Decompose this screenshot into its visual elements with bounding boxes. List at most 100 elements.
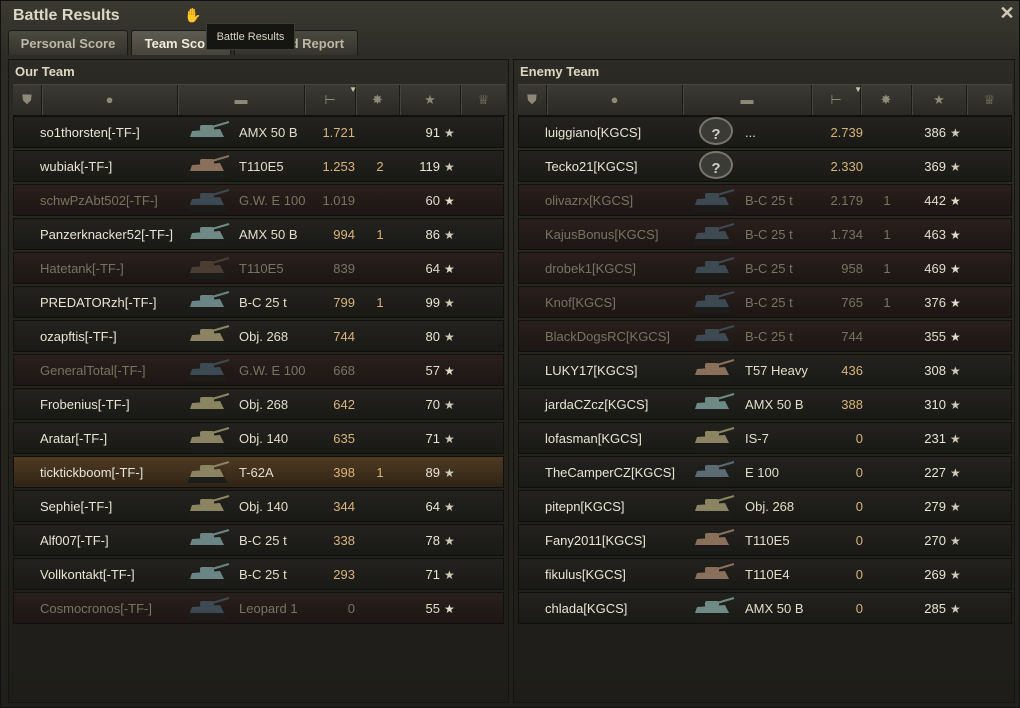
table-row[interactable]: Hatetank[-TF-] T110E5 839 64 ★ bbox=[13, 252, 504, 284]
tank-icon bbox=[692, 325, 735, 347]
xp-value: 269 bbox=[924, 567, 946, 582]
table-row[interactable]: schwPzAbt502[-TF-] G.W. E 100 1.019 60 ★ bbox=[13, 184, 504, 216]
player-icon[interactable]: ● bbox=[42, 85, 178, 115]
tank-icon bbox=[187, 461, 230, 483]
star-icon: ★ bbox=[950, 534, 961, 548]
table-row[interactable]: ozapftis[-TF-] Obj. 268 744 80 ★ bbox=[13, 320, 504, 352]
tank-name: B-C 25 t bbox=[745, 329, 793, 344]
xp-value: 231 bbox=[924, 431, 946, 446]
table-row[interactable]: GeneralTotal[-TF-] G.W. E 100 668 57 ★ bbox=[13, 354, 504, 386]
tank-icon bbox=[692, 189, 735, 211]
player-name: Vollkontakt[-TF-] bbox=[40, 567, 135, 582]
damage-value: 0 bbox=[855, 533, 863, 548]
table-row[interactable]: Aratar[-TF-] Obj. 140 635 71 ★ bbox=[13, 422, 504, 454]
xp-value: 285 bbox=[924, 601, 946, 616]
kills-icon[interactable]: ✸ bbox=[356, 85, 400, 115]
star-icon: ★ bbox=[444, 194, 455, 208]
medal-icon[interactable]: ♕ bbox=[967, 85, 1012, 115]
table-row[interactable]: luiggiano[KGCS]?... 2.739 386 ★ bbox=[518, 116, 1012, 148]
damage-value: 436 bbox=[841, 363, 863, 378]
damage-icon[interactable]: ⊢ ▼ bbox=[305, 85, 357, 115]
table-row[interactable]: Fany2011[KGCS] T110E5 0 270 ★ bbox=[518, 524, 1012, 556]
player-name: drobek1[KGCS] bbox=[545, 261, 637, 276]
xp-value: 469 bbox=[924, 261, 946, 276]
table-row[interactable]: jardaCZcz[KGCS] AMX 50 B 388 310 ★ bbox=[518, 388, 1012, 420]
table-row[interactable]: TheCamperCZ[KGCS] E 100 0 227 ★ bbox=[518, 456, 1012, 488]
damage-value: 0 bbox=[855, 601, 863, 616]
tank-icon[interactable]: ▬ bbox=[178, 85, 305, 115]
damage-icon[interactable]: ⊢ ▼ bbox=[812, 85, 862, 115]
xp-value: 71 bbox=[425, 431, 440, 446]
table-row[interactable]: Vollkontakt[-TF-] B-C 25 t 293 71 ★ bbox=[13, 558, 504, 590]
star-icon: ★ bbox=[950, 194, 961, 208]
kills-value: 1 bbox=[883, 295, 891, 310]
table-row[interactable]: KajusBonus[KGCS] B-C 25 t 1.734 1 463 ★ bbox=[518, 218, 1012, 250]
tab-personal-score[interactable]: Personal Score bbox=[8, 30, 128, 55]
tank-name: T57 Heavy bbox=[745, 363, 808, 378]
tank-icon bbox=[692, 291, 735, 313]
tank-icon[interactable]: ▬ bbox=[683, 85, 812, 115]
close-icon[interactable]: ✕ bbox=[999, 4, 1015, 22]
xp-value: 369 bbox=[924, 159, 946, 174]
damage-value: 744 bbox=[841, 329, 863, 344]
xp-value: 64 bbox=[425, 499, 440, 514]
player-name: ticktickboom[-TF-] bbox=[40, 465, 144, 480]
tank-icon bbox=[187, 529, 230, 551]
damage-value: 0 bbox=[855, 567, 863, 582]
tank-icon bbox=[187, 155, 230, 177]
damage-value: 799 bbox=[333, 295, 355, 310]
table-row[interactable]: Panzerknacker52[-TF-] AMX 50 B 994 1 86 ★ bbox=[13, 218, 504, 250]
star-icon: ★ bbox=[444, 126, 455, 140]
table-row[interactable]: lofasman[KGCS] IS-7 0 231 ★ bbox=[518, 422, 1012, 454]
kills-icon[interactable]: ✸ bbox=[861, 85, 912, 115]
player-name: Knof[KGCS] bbox=[545, 295, 616, 310]
table-row[interactable]: Cosmocronos[-TF-] Leopard 1 0 55 ★ bbox=[13, 592, 504, 624]
table-row[interactable]: Alf007[-TF-] B-C 25 t 338 78 ★ bbox=[13, 524, 504, 556]
kills-value: 1 bbox=[376, 295, 384, 310]
star-icon: ★ bbox=[950, 500, 961, 514]
medal-icon[interactable]: ♕ bbox=[461, 85, 506, 115]
squad-icon[interactable]: ⛊ bbox=[13, 85, 42, 115]
table-row[interactable]: Knof[KGCS] B-C 25 t 765 1 376 ★ bbox=[518, 286, 1012, 318]
star-icon: ★ bbox=[444, 466, 455, 480]
player-name: Frobenius[-TF-] bbox=[40, 397, 130, 412]
table-row[interactable]: BlackDogsRC[KGCS] B-C 25 t 744 355 ★ bbox=[518, 320, 1012, 352]
table-row[interactable]: so1thorsten[-TF-] AMX 50 B 1.721 91 ★ bbox=[13, 116, 504, 148]
table-row[interactable]: Tecko21[KGCS]? 2.330 369 ★ bbox=[518, 150, 1012, 182]
xp-star-icon[interactable]: ★ bbox=[912, 85, 967, 115]
tank-icon bbox=[692, 223, 735, 245]
table-row[interactable]: chlada[KGCS] AMX 50 B 0 285 ★ bbox=[518, 592, 1012, 624]
tank-name: T110E4 bbox=[745, 567, 790, 582]
tooltip: Battle Results bbox=[206, 23, 295, 50]
table-row[interactable]: LUKY17[KGCS] T57 Heavy 436 308 ★ bbox=[518, 354, 1012, 386]
xp-star-icon[interactable]: ★ bbox=[400, 85, 461, 115]
player-name: Tecko21[KGCS] bbox=[545, 159, 638, 174]
tank-icon bbox=[187, 359, 230, 381]
table-row[interactable]: pitepn[KGCS] Obj. 268 0 279 ★ bbox=[518, 490, 1012, 522]
tank-icon bbox=[692, 529, 735, 551]
player-name: Cosmocronos[-TF-] bbox=[40, 601, 152, 616]
xp-value: 376 bbox=[924, 295, 946, 310]
damage-value: 642 bbox=[333, 397, 355, 412]
player-name: BlackDogsRC[KGCS] bbox=[545, 329, 670, 344]
table-row[interactable]: ticktickboom[-TF-] T-62A 398 1 89 ★ bbox=[13, 456, 504, 488]
table-row[interactable]: Sephie[-TF-] Obj. 140 344 64 ★ bbox=[13, 490, 504, 522]
table-row[interactable]: fikulus[KGCS] T110E4 0 269 ★ bbox=[518, 558, 1012, 590]
table-row[interactable]: PREDATORzh[-TF-] B-C 25 t 799 1 99 ★ bbox=[13, 286, 504, 318]
xp-value: 310 bbox=[924, 397, 946, 412]
player-name: lofasman[KGCS] bbox=[545, 431, 642, 446]
player-name: schwPzAbt502[-TF-] bbox=[40, 193, 158, 208]
tank-name: B-C 25 t bbox=[745, 261, 793, 276]
table-row[interactable]: drobek1[KGCS] B-C 25 t 958 1 469 ★ bbox=[518, 252, 1012, 284]
player-icon[interactable]: ● bbox=[547, 85, 683, 115]
enemy-team-header: ⛊ ● ▬ ⊢ ▼ ✸ ★ ♕ bbox=[518, 84, 1012, 116]
table-row[interactable]: Frobenius[-TF-] Obj. 268 642 70 ★ bbox=[13, 388, 504, 420]
star-icon: ★ bbox=[444, 296, 455, 310]
xp-value: 270 bbox=[924, 533, 946, 548]
damage-value: 668 bbox=[333, 363, 355, 378]
table-row[interactable]: olivazrx[KGCS] B-C 25 t 2.179 1 442 ★ bbox=[518, 184, 1012, 216]
damage-value: 2.739 bbox=[830, 125, 863, 140]
squad-icon[interactable]: ⛊ bbox=[518, 85, 547, 115]
our-team-header: ⛊ ● ▬ ⊢ ▼ ✸ ★ ♕ bbox=[13, 84, 506, 116]
table-row[interactable]: wubiak[-TF-] T110E5 1.253 2 119 ★ bbox=[13, 150, 504, 182]
